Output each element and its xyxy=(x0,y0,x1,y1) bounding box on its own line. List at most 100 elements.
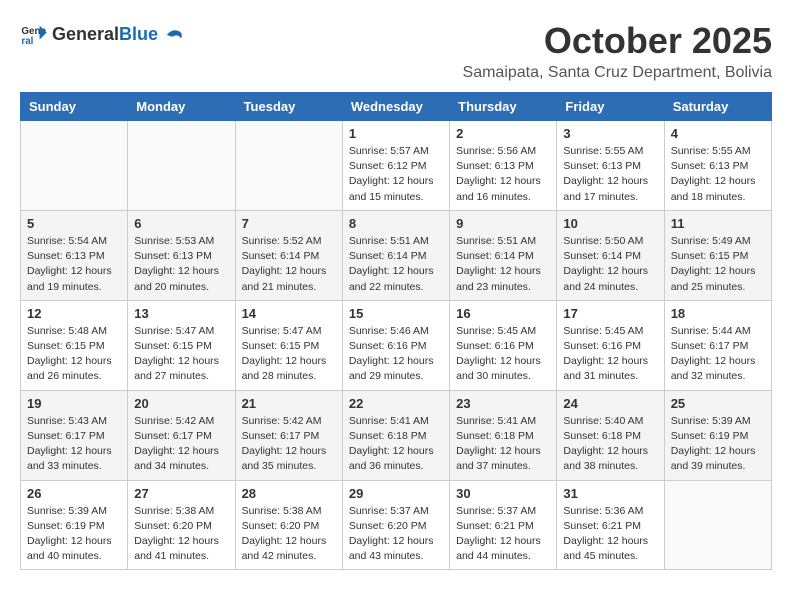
day-number: 4 xyxy=(671,126,765,141)
day-number: 12 xyxy=(27,306,121,321)
calendar-cell: 24 Sunrise: 5:40 AM Sunset: 6:18 PM Dayli… xyxy=(557,390,664,480)
calendar-cell: 28 Sunrise: 5:38 AM Sunset: 6:20 PM Dayli… xyxy=(235,480,342,570)
day-info: Sunrise: 5:38 AM Sunset: 6:20 PM Dayligh… xyxy=(242,504,336,565)
col-wednesday: Wednesday xyxy=(342,93,449,121)
calendar-cell: 30Sunrise: 5:37 AM Sunset: 6:21 PM Dayli… xyxy=(450,480,557,570)
calendar-cell: 4 Sunrise: 5:55 AM Sunset: 6:13 PM Daylig… xyxy=(664,121,771,211)
calendar-cell: 3 Sunrise: 5:55 AM Sunset: 6:13 PM Daylig… xyxy=(557,121,664,211)
calendar-cell: 1Sunrise: 5:57 AM Sunset: 6:12 PM Daylig… xyxy=(342,121,449,211)
day-number: 7 xyxy=(242,216,336,231)
calendar-cell: 19Sunrise: 5:43 AM Sunset: 6:17 PM Dayli… xyxy=(21,390,128,480)
calendar-cell: 6Sunrise: 5:53 AM Sunset: 6:13 PM Daylig… xyxy=(128,210,235,300)
day-number: 8 xyxy=(349,216,443,231)
day-info: Sunrise: 5:51 AM Sunset: 6:14 PM Dayligh… xyxy=(349,234,443,295)
calendar-cell: 10Sunrise: 5:50 AM Sunset: 6:14 PM Dayli… xyxy=(557,210,664,300)
day-info: Sunrise: 5:46 AM Sunset: 6:16 PM Dayligh… xyxy=(349,324,443,385)
day-number: 23 xyxy=(456,396,550,411)
calendar-cell xyxy=(664,480,771,570)
col-saturday: Saturday xyxy=(664,93,771,121)
location-subtitle: Samaipata, Santa Cruz Department, Bolivi… xyxy=(463,64,772,82)
day-info: Sunrise: 5:37 AM Sunset: 6:20 PM Dayligh… xyxy=(349,504,443,565)
calendar-cell: 20 Sunrise: 5:42 AM Sunset: 6:17 PM Dayli… xyxy=(128,390,235,480)
day-number: 14 xyxy=(242,306,336,321)
day-info: Sunrise: 5:55 AM Sunset: 6:13 PM Dayligh… xyxy=(671,144,765,205)
day-info: Sunrise: 5:42 AM Sunset: 6:17 PM Dayligh… xyxy=(242,414,336,475)
day-info: Sunrise: 5:47 AM Sunset: 6:15 PM Dayligh… xyxy=(242,324,336,385)
day-info: Sunrise: 5:45 AM Sunset: 6:16 PM Dayligh… xyxy=(563,324,657,385)
day-info: Sunrise: 5:40 AM Sunset: 6:18 PM Dayligh… xyxy=(563,414,657,475)
day-number: 30 xyxy=(456,486,550,501)
calendar-week-row-2: 5 Sunrise: 5:54 AM Sunset: 6:13 PM Daylig… xyxy=(21,210,772,300)
day-number: 10 xyxy=(563,216,657,231)
day-info: Sunrise: 5:43 AM Sunset: 6:17 PM Dayligh… xyxy=(27,414,121,475)
day-info: Sunrise: 5:39 AM Sunset: 6:19 PM Dayligh… xyxy=(671,414,765,475)
logo-icon: Gene ral xyxy=(20,20,48,48)
day-info: Sunrise: 5:53 AM Sunset: 6:13 PM Dayligh… xyxy=(134,234,228,295)
day-number: 15 xyxy=(349,306,443,321)
day-info: Sunrise: 5:55 AM Sunset: 6:13 PM Dayligh… xyxy=(563,144,657,205)
day-number: 2 xyxy=(456,126,550,141)
day-info: Sunrise: 5:36 AM Sunset: 6:21 PM Dayligh… xyxy=(563,504,657,565)
calendar-cell: 26 Sunrise: 5:39 AM Sunset: 6:19 PM Dayli… xyxy=(21,480,128,570)
day-number: 1 xyxy=(349,126,443,141)
calendar-cell: 12 Sunrise: 5:48 AM Sunset: 6:15 PM Dayli… xyxy=(21,300,128,390)
day-number: 26 xyxy=(27,486,121,501)
logo-general-text: General xyxy=(52,24,119,44)
day-info: Sunrise: 5:48 AM Sunset: 6:15 PM Dayligh… xyxy=(27,324,121,385)
day-number: 20 xyxy=(134,396,228,411)
col-friday: Friday xyxy=(557,93,664,121)
day-info: Sunrise: 5:45 AM Sunset: 6:16 PM Dayligh… xyxy=(456,324,550,385)
day-number: 13 xyxy=(134,306,228,321)
day-number: 31 xyxy=(563,486,657,501)
day-number: 21 xyxy=(242,396,336,411)
col-tuesday: Tuesday xyxy=(235,93,342,121)
month-title: October 2025 xyxy=(463,20,772,62)
calendar-cell: 7 Sunrise: 5:52 AM Sunset: 6:14 PM Daylig… xyxy=(235,210,342,300)
svg-text:ral: ral xyxy=(21,36,33,47)
col-thursday: Thursday xyxy=(450,93,557,121)
calendar-cell: 31 Sunrise: 5:36 AM Sunset: 6:21 PM Dayli… xyxy=(557,480,664,570)
day-number: 17 xyxy=(563,306,657,321)
day-info: Sunrise: 5:41 AM Sunset: 6:18 PM Dayligh… xyxy=(456,414,550,475)
calendar-cell: 9 Sunrise: 5:51 AM Sunset: 6:14 PM Daylig… xyxy=(450,210,557,300)
day-number: 25 xyxy=(671,396,765,411)
calendar-week-row-5: 26 Sunrise: 5:39 AM Sunset: 6:19 PM Dayli… xyxy=(21,480,772,570)
day-info: Sunrise: 5:49 AM Sunset: 6:15 PM Dayligh… xyxy=(671,234,765,295)
day-number: 28 xyxy=(242,486,336,501)
day-number: 3 xyxy=(563,126,657,141)
calendar-cell: 27Sunrise: 5:38 AM Sunset: 6:20 PM Dayli… xyxy=(128,480,235,570)
calendar-cell: 22 Sunrise: 5:41 AM Sunset: 6:18 PM Dayli… xyxy=(342,390,449,480)
day-info: Sunrise: 5:38 AM Sunset: 6:20 PM Dayligh… xyxy=(134,504,228,565)
day-number: 24 xyxy=(563,396,657,411)
calendar-cell: 29 Sunrise: 5:37 AM Sunset: 6:20 PM Dayli… xyxy=(342,480,449,570)
day-info: Sunrise: 5:39 AM Sunset: 6:19 PM Dayligh… xyxy=(27,504,121,565)
day-info: Sunrise: 5:52 AM Sunset: 6:14 PM Dayligh… xyxy=(242,234,336,295)
calendar-cell xyxy=(128,121,235,211)
day-info: Sunrise: 5:42 AM Sunset: 6:17 PM Dayligh… xyxy=(134,414,228,475)
calendar-cell: 13 Sunrise: 5:47 AM Sunset: 6:15 PM Dayli… xyxy=(128,300,235,390)
day-info: Sunrise: 5:56 AM Sunset: 6:13 PM Dayligh… xyxy=(456,144,550,205)
calendar-cell: 14 Sunrise: 5:47 AM Sunset: 6:15 PM Dayli… xyxy=(235,300,342,390)
calendar-cell: 23 Sunrise: 5:41 AM Sunset: 6:18 PM Dayli… xyxy=(450,390,557,480)
logo-blue-text: Blue xyxy=(119,24,158,44)
day-info: Sunrise: 5:54 AM Sunset: 6:13 PM Dayligh… xyxy=(27,234,121,295)
logo: Gene ral GeneralBlue xyxy=(20,20,183,48)
day-number: 9 xyxy=(456,216,550,231)
day-number: 16 xyxy=(456,306,550,321)
calendar-cell xyxy=(235,121,342,211)
calendar-cell: 18Sunrise: 5:44 AM Sunset: 6:17 PM Dayli… xyxy=(664,300,771,390)
col-monday: Monday xyxy=(128,93,235,121)
title-block: October 2025 Samaipata, Santa Cruz Depar… xyxy=(463,20,772,82)
calendar-cell: 17 Sunrise: 5:45 AM Sunset: 6:16 PM Dayli… xyxy=(557,300,664,390)
calendar-week-row-3: 12 Sunrise: 5:48 AM Sunset: 6:15 PM Dayli… xyxy=(21,300,772,390)
day-info: Sunrise: 5:47 AM Sunset: 6:15 PM Dayligh… xyxy=(134,324,228,385)
day-number: 5 xyxy=(27,216,121,231)
day-info: Sunrise: 5:51 AM Sunset: 6:14 PM Dayligh… xyxy=(456,234,550,295)
day-info: Sunrise: 5:41 AM Sunset: 6:18 PM Dayligh… xyxy=(349,414,443,475)
logo-bird-icon xyxy=(165,26,183,44)
day-number: 22 xyxy=(349,396,443,411)
day-number: 29 xyxy=(349,486,443,501)
day-info: Sunrise: 5:44 AM Sunset: 6:17 PM Dayligh… xyxy=(671,324,765,385)
calendar-cell: 25 Sunrise: 5:39 AM Sunset: 6:19 PM Dayli… xyxy=(664,390,771,480)
page-header: Gene ral GeneralBlue October 2025 Samaip… xyxy=(20,20,772,82)
